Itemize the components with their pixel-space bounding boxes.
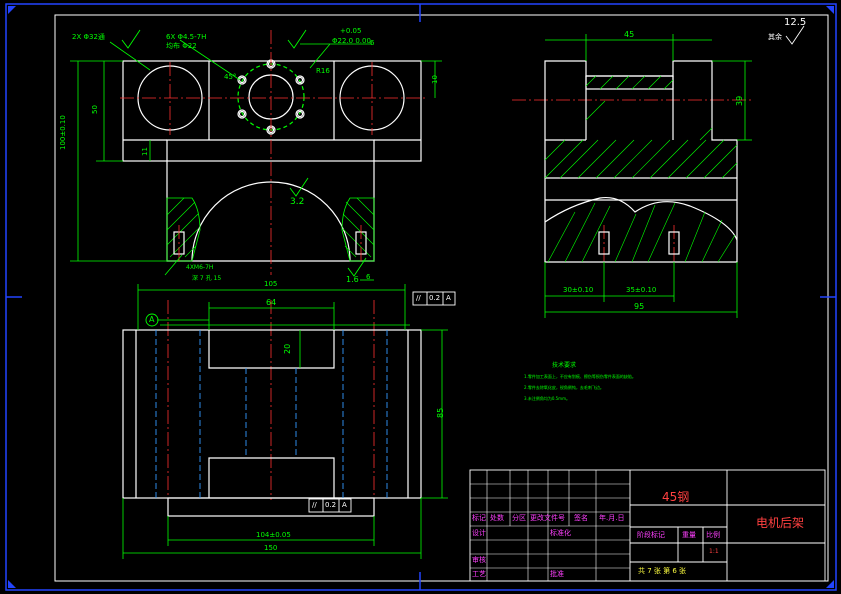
dim-85: 85 <box>436 407 445 418</box>
general-finish-suffix: 其余 <box>768 33 782 41</box>
front-view <box>122 59 422 262</box>
callout-holes-top: 2X Φ32通 <box>72 33 105 41</box>
tol-top-value: 0.2 <box>429 294 441 302</box>
header-2: 处数 <box>490 514 504 522</box>
tol-bottom-symbol: // <box>312 501 317 509</box>
dim-35: 35±0.10 <box>626 286 657 294</box>
callout-thread-depth: 深 7 孔 15 <box>192 275 222 282</box>
header-4: 更改文件号 <box>530 514 565 522</box>
callout-bore-tol: +0.05 <box>340 27 362 35</box>
dim-total-height: 100±0.10 <box>59 115 67 150</box>
label-review: 审核 <box>472 556 486 564</box>
dim-20: 20 <box>283 343 292 354</box>
notes-item-2: 2.零件去除氧化皮，锐角倒钝，去毛刺飞边。 <box>524 385 604 390</box>
surface-finish-marks <box>121 25 805 277</box>
header-3: 分区 <box>512 514 526 522</box>
tol-top-datum: A <box>446 294 451 302</box>
dimension-lines <box>70 34 752 559</box>
callout-thread-holes: 6X Φ4.5-7H <box>166 33 207 41</box>
general-finish-value: 12.5 <box>784 17 807 28</box>
label-standard: 标准化 <box>550 529 571 537</box>
finish-mark-a: 6 <box>370 39 375 47</box>
tol-bottom-datum: A <box>342 501 347 509</box>
label-stage: 阶段标记 <box>637 531 665 539</box>
side-hatch <box>544 75 738 263</box>
finish-mark-b: 3.2 <box>290 197 305 207</box>
callout-pcd: 均布 Φ22 <box>166 42 197 50</box>
dim-50: 50 <box>91 105 99 114</box>
finish-mark-c: 1.6 <box>346 275 359 284</box>
dim-150: 150 <box>264 544 278 552</box>
tol-top-symbol: // <box>416 294 421 302</box>
label-scale: 比例 <box>706 531 720 539</box>
plan-hidden-lines <box>155 330 388 498</box>
callout-thread-bottom: 4XM6-7H <box>186 264 214 271</box>
notes-title: 技术要求 <box>552 362 577 369</box>
callout-bore-dia: Φ22.0 0.00 <box>332 37 371 45</box>
header-6: 年.月.日 <box>599 514 625 522</box>
callout-radius: R16 <box>316 67 330 75</box>
label-approve: 批准 <box>550 570 564 578</box>
notes-item-3: 3.未注倒角均为0.5mm。 <box>524 396 570 401</box>
dim-30: 30±0.10 <box>563 286 594 294</box>
dim-10: 10 <box>431 75 439 84</box>
header-1: 标记 <box>472 514 486 522</box>
center-lines <box>120 30 752 500</box>
label-process: 工艺 <box>472 570 486 578</box>
side-view <box>544 60 738 263</box>
dim-64: 64 <box>266 298 277 307</box>
dim-95: 95 <box>634 302 645 311</box>
tol-bottom-value: 0.2 <box>325 501 337 509</box>
dim-39: 39 <box>735 95 744 106</box>
scale-value: 1:1 <box>709 548 719 555</box>
notes-item-1: 1.零件加工表面上，不应有划痕、擦伤等损伤零件表面的缺陷。 <box>524 374 636 379</box>
dim-104: 104±0.05 <box>256 531 291 539</box>
sheet-info: 共 7 张 第 6 张 <box>638 567 687 575</box>
label-design: 设计 <box>472 529 486 537</box>
label-weight: 重量 <box>682 531 696 539</box>
datum-a: A <box>149 315 155 324</box>
header-5: 签名 <box>574 514 588 522</box>
callout-angle: 45° <box>224 73 237 81</box>
dim-6: 6 <box>366 273 371 281</box>
drawing-name: 电机后架 <box>756 516 805 530</box>
dim-105: 105 <box>264 280 278 288</box>
material-label: 45钢 <box>662 490 690 504</box>
dim-45: 45 <box>624 30 635 39</box>
dim-11: 11 <box>141 147 149 156</box>
